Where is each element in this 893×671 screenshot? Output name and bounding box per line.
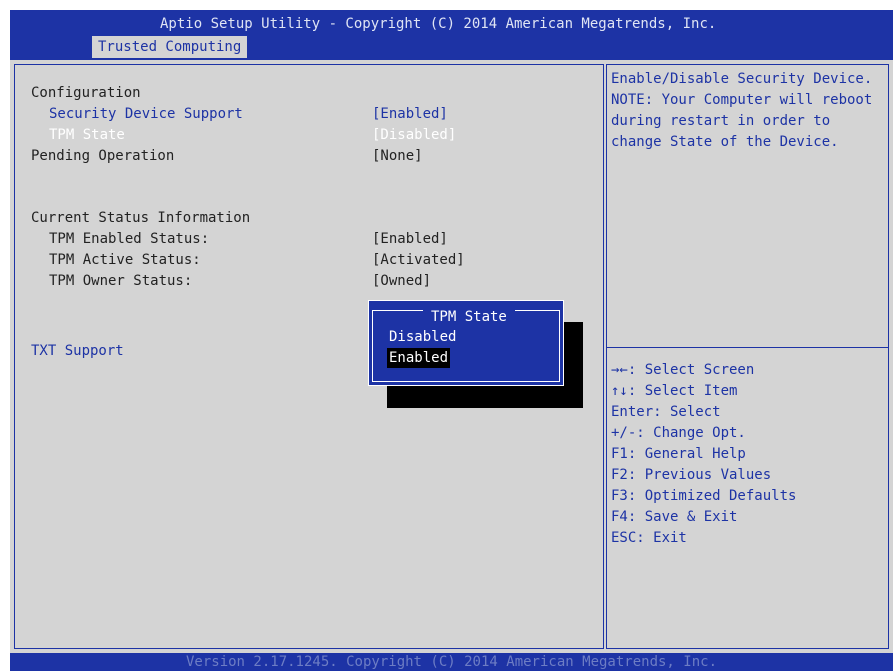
help-panel: Enable/Disable Security Device. NOTE: Yo… (606, 64, 889, 649)
key-select-item: ↑↓: Select Item (611, 383, 738, 399)
pending-operation-label: Pending Operation (31, 148, 175, 164)
status-heading: Current Status Information (31, 210, 251, 226)
tpm-owner-status-label: TPM Owner Status: (49, 273, 193, 289)
security-device-support-label[interactable]: Security Device Support (49, 104, 243, 125)
tpm-state-value[interactable]: [Disabled] (372, 125, 456, 146)
tpm-active-status-value: [Activated] (372, 252, 465, 268)
help-description: Enable/Disable Security Device. NOTE: Yo… (611, 71, 873, 150)
configuration-heading: Configuration (31, 85, 141, 101)
popup-option-enabled[interactable]: Enabled (387, 348, 451, 368)
key-select-screen: →←: Select Screen (611, 362, 755, 378)
tpm-state-popup: TPM State Disabled Enabled (368, 300, 564, 386)
tpm-active-status-label: TPM Active Status: (49, 252, 201, 268)
key-previous-values: F2: Previous Values (611, 467, 772, 483)
popup-frame: TPM State Disabled Enabled (372, 308, 560, 382)
footer-version: Version 2.17.1245. Copyright (C) 2014 Am… (10, 653, 893, 671)
tab-trusted-computing[interactable]: Trusted Computing (92, 36, 248, 58)
key-optimized-defaults: F3: Optimized Defaults (611, 488, 797, 504)
key-save-exit: F4: Save & Exit (611, 509, 738, 525)
popup-title: TPM State (423, 308, 515, 326)
tpm-enabled-status-label: TPM Enabled Status: (49, 231, 210, 247)
key-enter-select: Enter: Select (611, 404, 721, 420)
bios-screen: Aptio Setup Utility - Copyright (C) 2014… (10, 10, 893, 671)
key-change-opt: +/-: Change Opt. (611, 425, 746, 441)
key-general-help: F1: General Help (611, 446, 746, 462)
pending-operation-value: [None] (372, 148, 423, 164)
tpm-state-label[interactable]: TPM State (49, 125, 125, 146)
header-title: Aptio Setup Utility - Copyright (C) 2014… (160, 16, 717, 32)
tpm-owner-status-value: [Owned] (372, 273, 432, 289)
txt-support-label[interactable]: TXT Support (31, 341, 124, 362)
help-divider (607, 347, 888, 348)
header-bar: Aptio Setup Utility - Copyright (C) 2014… (10, 10, 893, 60)
popup-option-disabled[interactable]: Disabled (389, 327, 456, 347)
key-esc-exit: ESC: Exit (611, 530, 687, 546)
tpm-enabled-status-value: [Enabled] (372, 231, 448, 247)
key-legend: →←: Select Screen ↑↓: Select Item Enter:… (611, 360, 796, 549)
security-device-support-value[interactable]: [Enabled] (372, 104, 448, 125)
